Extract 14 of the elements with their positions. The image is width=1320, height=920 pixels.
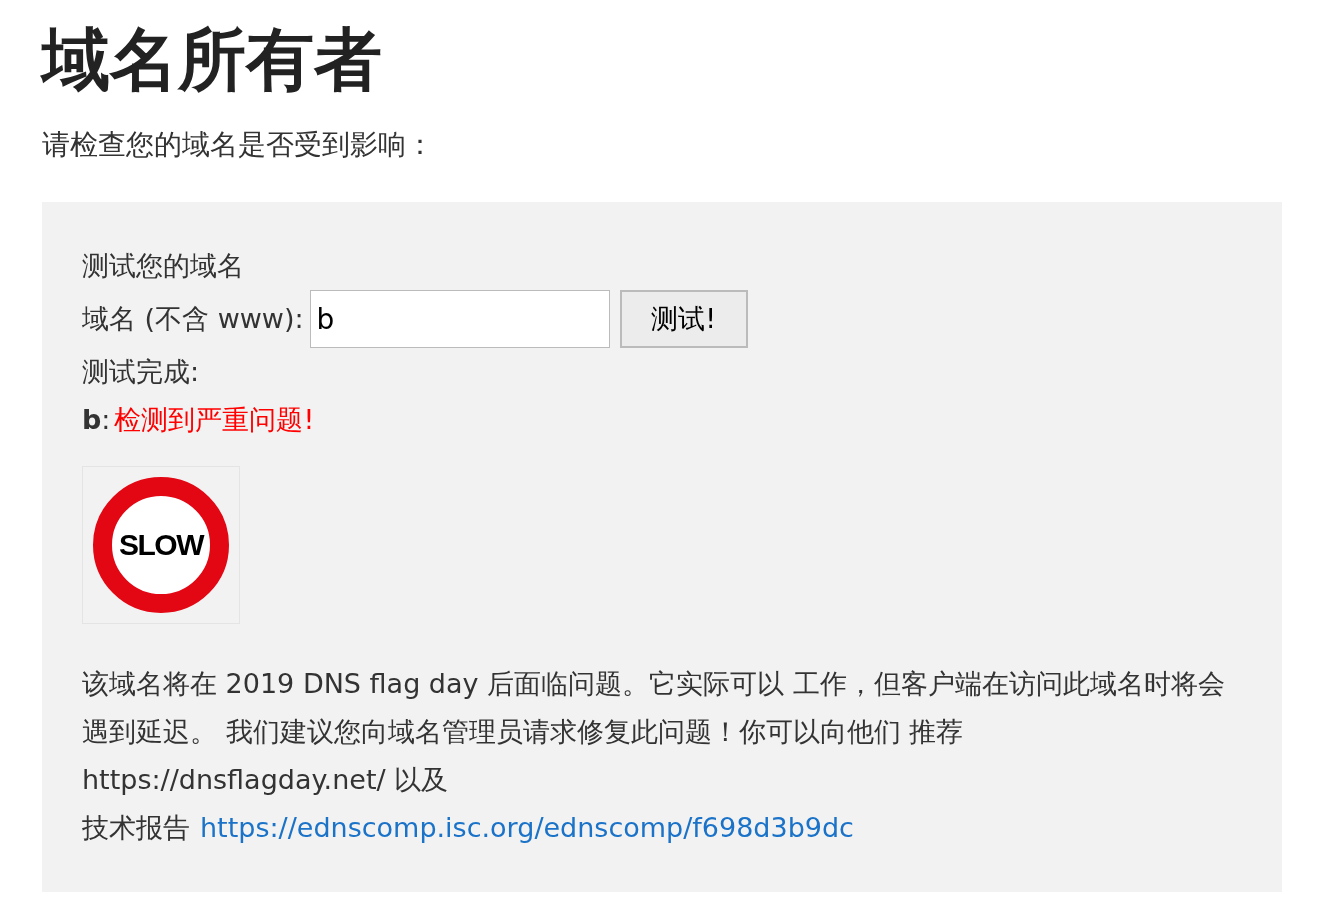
status-text: 测试完成: <box>82 355 201 389</box>
report-label: 技术报告 <box>82 811 190 845</box>
page-heading: 域名所有者 <box>42 19 383 94</box>
domain-input-field[interactable]: b <box>309 290 610 348</box>
description-text: 该域名将在 2019 DNS flag day 后面临问题。它实际可以 工作，但客户端在访问此域名时将会遇到延迟。 我们建议您向域名管理员请求修复此问题！你可以向他们 推荐 https://dnsflagday.net/ 以及 <box>82 667 1226 797</box>
result-separator: : <box>101 403 111 437</box>
test-button[interactable]: 测试! <box>619 290 748 348</box>
panel-title: 测试您的域名 <box>82 249 245 283</box>
result-message: 检测到严重问题! <box>114 403 315 437</box>
intro-text: 请检查您的域名是否受到影响： <box>42 127 435 163</box>
field-label: 域名 (不含 www): <box>82 302 304 336</box>
slow-sign-icon: SLOW <box>93 477 229 613</box>
report-link[interactable]: https://ednscomp.isc.org/ednscomp/f698d3b9dc <box>200 804 854 852</box>
result-domain: b <box>82 403 102 437</box>
